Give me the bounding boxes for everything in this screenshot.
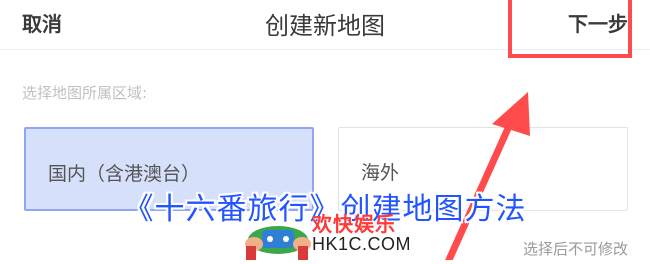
logo-text: 欢快娱乐 <box>312 212 396 236</box>
highlight-box <box>508 0 632 58</box>
region-option-label: 海外 <box>361 162 400 184</box>
site-logo: 欢快娱乐 HK1C.COM <box>240 206 412 260</box>
region-footnote: 选择后不可修改 <box>522 240 628 258</box>
region-label: 选择地图所属区域: <box>22 84 148 102</box>
logo-domain: HK1C.COM <box>312 234 412 254</box>
gamepad-hands-icon <box>245 226 311 260</box>
region-option-label: 国内（含港澳台） <box>48 163 201 185</box>
